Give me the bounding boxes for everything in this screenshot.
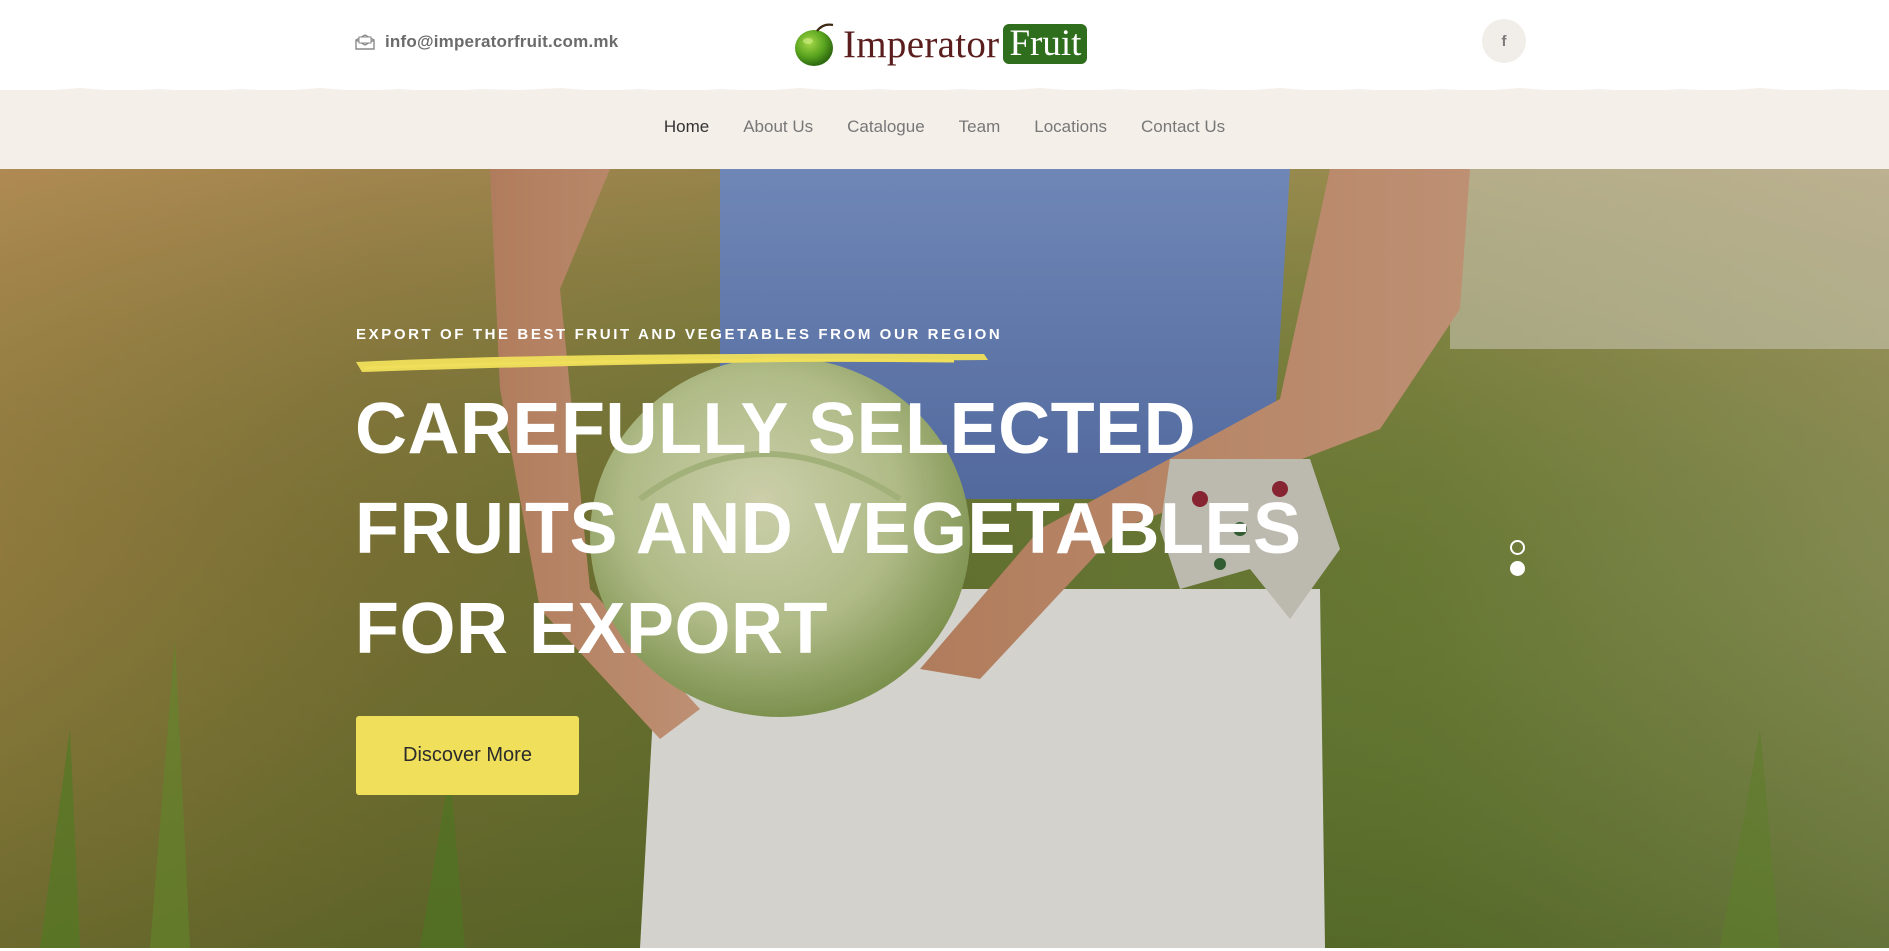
slide-dot-1[interactable] [1510, 540, 1525, 555]
nav-item-contact-us[interactable]: Contact Us [1124, 117, 1242, 137]
green-apple-icon [795, 23, 834, 66]
hero-headline: CAREFULLY SELECTED FRUITS AND VEGETABLES… [355, 379, 1302, 679]
nav-item-about-us[interactable]: About Us [726, 117, 830, 137]
nav-menu: Home About Us Catalogue Team Locations C… [0, 117, 1889, 137]
logo-word-fruit: Fruit [1003, 24, 1088, 64]
facebook-icon: f [1501, 32, 1507, 50]
email-link[interactable]: info@imperatorfruit.com.mk [385, 32, 618, 52]
nav-item-home[interactable]: Home [647, 117, 726, 137]
headline-line-1: CAREFULLY SELECTED [355, 389, 1197, 469]
torn-paper-divider [0, 88, 1889, 96]
nav-item-locations[interactable]: Locations [1017, 117, 1124, 137]
top-bar: info@imperatorfruit.com.mk Imperator Fru… [0, 0, 1889, 90]
facebook-button[interactable]: f [1482, 19, 1526, 63]
contact-email[interactable]: info@imperatorfruit.com.mk [355, 32, 618, 52]
nav-item-catalogue[interactable]: Catalogue [830, 117, 942, 137]
site-logo[interactable]: Imperator Fruit [793, 20, 1093, 68]
headline-line-3: FOR EXPORT [355, 589, 829, 669]
hero-kicker: EXPORT OF THE BEST FRUIT AND VEGETABLES … [356, 326, 1003, 343]
envelope-icon [355, 34, 375, 50]
yellow-brush-underline [356, 353, 988, 372]
headline-line-2: FRUITS AND VEGETABLES [355, 489, 1302, 569]
discover-more-button[interactable]: Discover More [356, 716, 579, 795]
slide-dot-2[interactable] [1510, 561, 1525, 576]
logo-word-imperator: Imperator [843, 22, 1000, 66]
main-navigation: Home About Us Catalogue Team Locations C… [0, 90, 1889, 169]
nav-item-team[interactable]: Team [942, 117, 1018, 137]
slider-pagination [1510, 540, 1525, 576]
hero-slider: EXPORT OF THE BEST FRUIT AND VEGETABLES … [0, 169, 1889, 948]
